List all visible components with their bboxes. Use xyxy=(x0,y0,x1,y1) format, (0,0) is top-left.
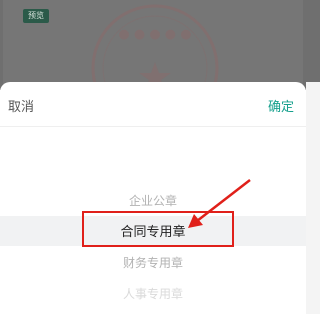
seal-stamp-icon: ● ● ● ● ● xyxy=(91,4,219,90)
preview-badge: 预览 xyxy=(23,9,49,23)
preview-backdrop: 预览 ● ● ● ● ● xyxy=(0,0,320,90)
picker-option-finance-seal[interactable]: 财务专用章 xyxy=(0,254,306,271)
svg-text:● ● ● ● ●: ● ● ● ● ● xyxy=(118,27,191,42)
picker-header: 取消 确定 xyxy=(0,82,306,127)
scroll-edge xyxy=(306,82,320,314)
annotation-highlight-box xyxy=(82,211,234,247)
seal-type-picker-sheet: 取消 确定 企业公章 合同专用章 财务专用章 人事专用章 xyxy=(0,82,306,314)
picker-option-hr-seal[interactable]: 人事专用章 xyxy=(0,285,306,302)
cancel-button[interactable]: 取消 xyxy=(8,96,34,115)
picker-option-company-seal[interactable]: 企业公章 xyxy=(0,192,306,209)
seal-preview-card: 预览 ● ● ● ● ● xyxy=(3,0,303,90)
confirm-button[interactable]: 确定 xyxy=(268,96,294,115)
